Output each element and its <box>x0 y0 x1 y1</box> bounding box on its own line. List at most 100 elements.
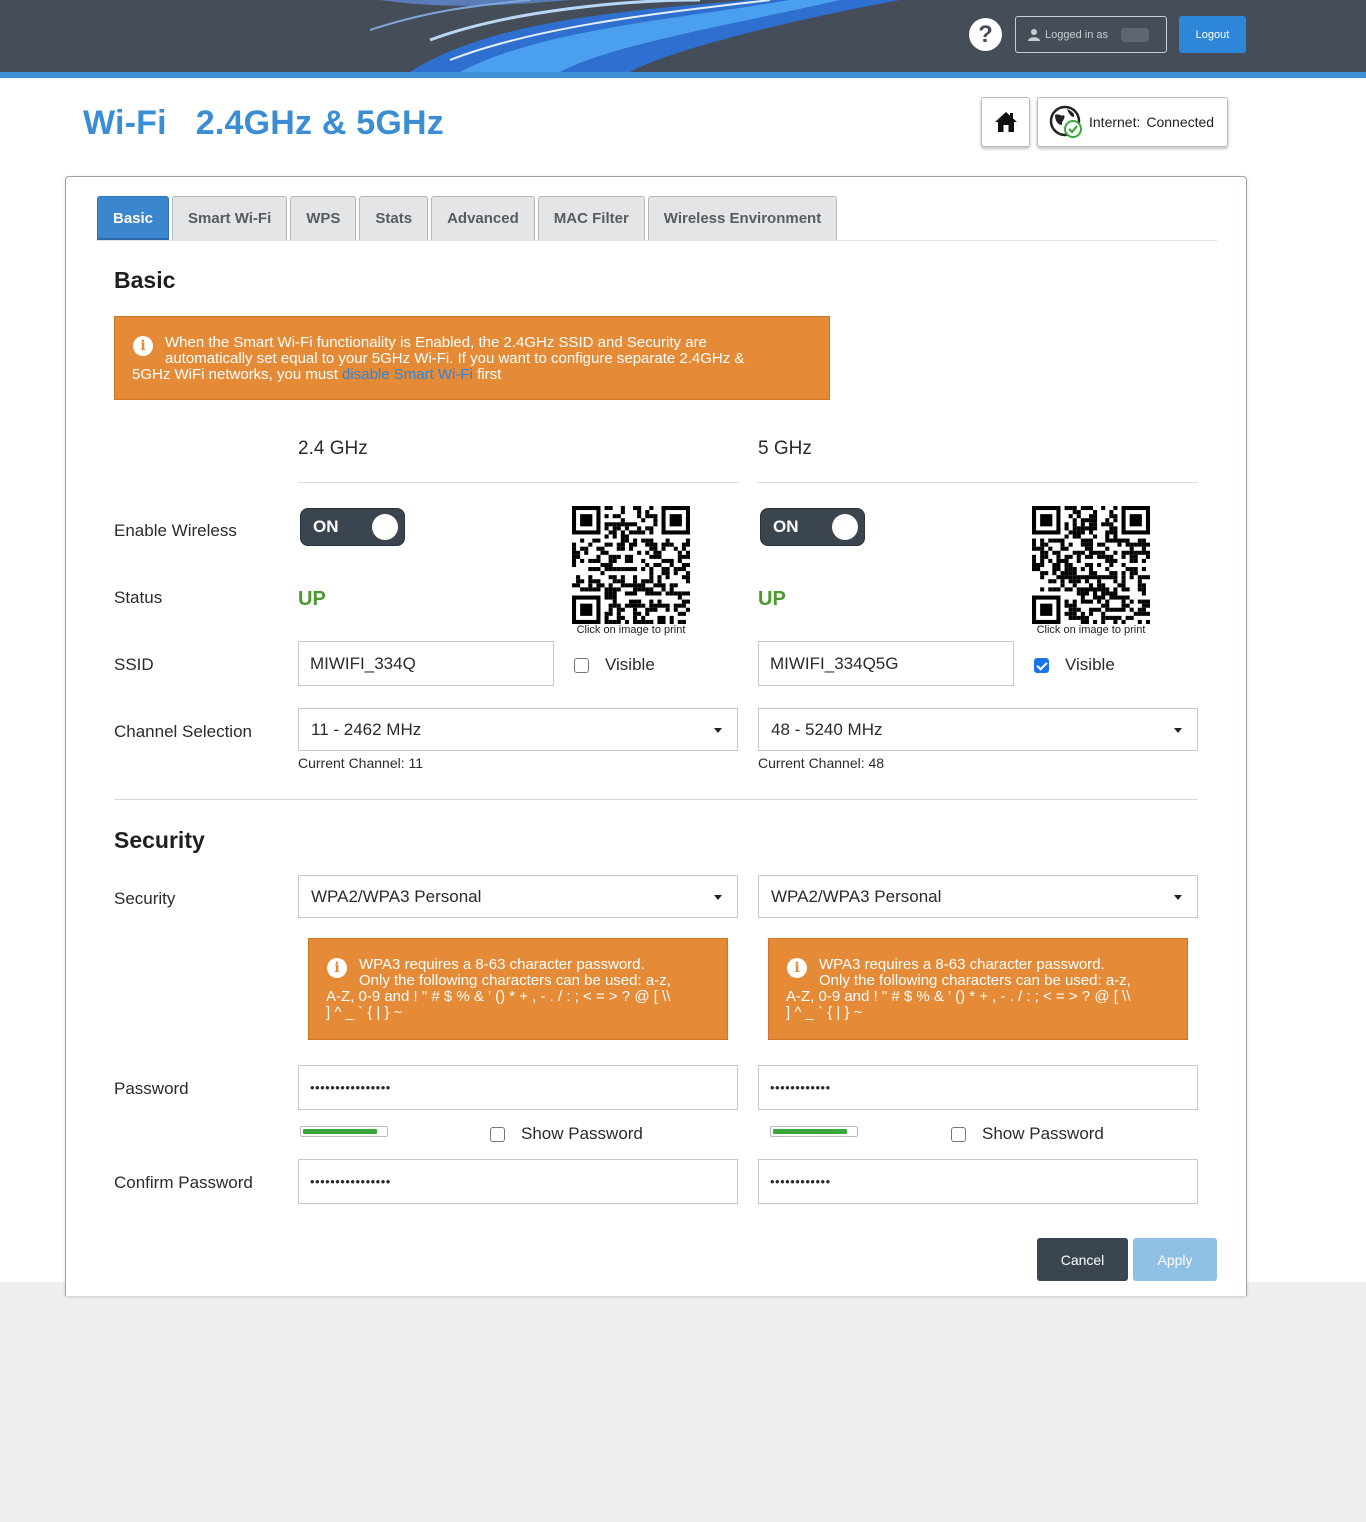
channel-5-select[interactable]: 48 - 5240 MHz <box>758 708 1198 751</box>
password-label: Password <box>114 1079 189 1098</box>
alert-line-3-end: first <box>472 366 502 383</box>
wpa3-24-warning: i WPA3 requires a 8-63 character passwor… <box>308 938 728 1040</box>
warn-5-line-3: A-Z, 0-9 and ! " # $ % & ' () * + , - . … <box>786 988 1131 1005</box>
security-5-select[interactable]: WPA2/WPA3 Personal <box>758 875 1198 918</box>
logout-button[interactable]: Logout <box>1179 16 1246 53</box>
brand-swoosh-graphic <box>370 0 900 72</box>
alert-line-1: When the Smart Wi-Fi functionality is En… <box>165 334 707 351</box>
status-label: Status <box>114 588 163 607</box>
qr-24-caption: Click on image to print <box>576 624 686 636</box>
username-redacted <box>1121 27 1149 42</box>
password-5-strength-meter <box>770 1126 858 1137</box>
warn-24-line-4: ] ^ _ ` { | } ~ <box>326 1004 403 1021</box>
security-label: Security <box>114 889 176 908</box>
caret-down-icon <box>1174 728 1182 733</box>
globe-connected-icon <box>1049 105 1082 138</box>
enable-wireless-5-toggle[interactable]: ON <box>760 508 865 546</box>
footer-background <box>0 1282 1366 1522</box>
tab-mac-filter[interactable]: MAC Filter <box>537 196 645 240</box>
home-button[interactable] <box>981 97 1030 147</box>
status-24-value: UP <box>298 588 326 610</box>
smart-wifi-alert: i When the Smart Wi-Fi functionality is … <box>114 316 830 400</box>
tab-smart-wifi[interactable]: Smart Wi-Fi <box>172 196 288 240</box>
ssid-label: SSID <box>114 655 154 674</box>
current-channel-5: Current Channel: 48 <box>758 755 885 771</box>
caret-down-icon <box>714 895 722 900</box>
internet-status-button[interactable]: Internet: Connected <box>1037 97 1228 147</box>
warn-5-line-4: ] ^ _ ` { | } ~ <box>786 1004 863 1021</box>
warn-24-line-2: Only the following characters can be use… <box>359 972 671 989</box>
home-icon <box>994 112 1017 132</box>
visible-5-checkbox[interactable] <box>1034 657 1049 673</box>
tab-stats[interactable]: Stats <box>359 196 429 240</box>
visible-24-checkbox[interactable] <box>574 657 589 673</box>
ssid-24-input[interactable]: MIWIFI_334Q <box>298 641 554 686</box>
tab-advanced[interactable]: Advanced <box>431 196 535 240</box>
qr-code-5-image[interactable] <box>1032 506 1150 624</box>
warn-5-line-1: WPA3 requires a 8-63 character password. <box>819 956 1105 973</box>
toggle-knob <box>372 514 398 540</box>
ssid-5-input[interactable]: MIWIFI_334Q5G <box>758 641 1014 686</box>
enable-wireless-label: Enable Wireless <box>114 521 237 540</box>
security-heading: Security <box>114 827 205 853</box>
caret-down-icon <box>1174 895 1182 900</box>
warn-5-line-2: Only the following characters can be use… <box>819 972 1131 989</box>
tab-wireless-environment[interactable]: Wireless Environment <box>647 196 838 240</box>
show-password-24-label: Show Password <box>521 1124 643 1143</box>
show-password-5-label: Show Password <box>982 1124 1104 1143</box>
show-password-24-row: Show Password <box>490 1124 643 1144</box>
disable-smart-wifi-link[interactable]: disable Smart Wi-Fi <box>342 366 473 383</box>
status-5-value: UP <box>758 588 786 610</box>
tab-basic[interactable]: Basic <box>97 196 170 240</box>
toggle-5-state: ON <box>773 517 799 536</box>
channel-24-value: 11 - 2462 MHz <box>311 719 422 739</box>
warn-24-line-3: A-Z, 0-9 and ! " # $ % & ' () * + , - . … <box>326 988 671 1005</box>
password-24-strength-meter <box>300 1126 388 1137</box>
confirm-password-label: Confirm Password <box>114 1173 253 1192</box>
confirm-password-24-input[interactable]: •••••••••••••••• <box>298 1159 738 1204</box>
alert-line-2: automatically set equal to your 5GHz Wi-… <box>165 350 745 367</box>
help-button[interactable]: ? <box>969 18 1002 51</box>
info-icon: i <box>133 336 153 356</box>
band-24-heading: 2.4 GHz <box>298 438 368 459</box>
password-5-input[interactable]: •••••••••••• <box>758 1065 1198 1110</box>
show-password-24-checkbox[interactable] <box>490 1126 505 1142</box>
user-icon <box>1028 29 1040 41</box>
visible-24-label: Visible <box>605 655 655 674</box>
logged-in-label: Logged in as <box>1045 28 1108 41</box>
alert-line-3-text: 5GHz WiFi networks, you must <box>132 366 343 383</box>
strength-5-fill <box>773 1129 847 1134</box>
apply-button[interactable]: Apply <box>1133 1238 1217 1281</box>
top-header: ? Logged in as Logout <box>0 0 1366 72</box>
band-24-rule <box>298 482 738 483</box>
channel-24-select[interactable]: 11 - 2462 MHz <box>298 708 738 751</box>
qr-code-24-image[interactable] <box>572 506 690 624</box>
security-24-value: WPA2/WPA3 Personal <box>311 886 482 906</box>
caret-down-icon <box>714 728 722 733</box>
security-24-select[interactable]: WPA2/WPA3 Personal <box>298 875 738 918</box>
section-divider <box>114 799 1198 800</box>
visible-5-label: Visible <box>1065 655 1115 674</box>
strength-24-fill <box>303 1129 377 1134</box>
channel-5-value: 48 - 5240 MHz <box>771 719 883 739</box>
wpa3-5-warning: i WPA3 requires a 8-63 character passwor… <box>768 938 1188 1040</box>
qr-5-caption: Click on image to print <box>1036 624 1146 636</box>
show-password-5-row: Show Password <box>951 1124 1104 1144</box>
internet-status: Connected <box>1146 114 1215 130</box>
info-icon: i <box>327 958 347 978</box>
enable-wireless-24-toggle[interactable]: ON <box>300 508 405 546</box>
band-5-heading: 5 GHz <box>758 438 812 459</box>
internet-label: Internet: <box>1089 114 1141 130</box>
cancel-button[interactable]: Cancel <box>1037 1238 1128 1281</box>
show-password-5-checkbox[interactable] <box>951 1126 966 1142</box>
logged-in-indicator[interactable]: Logged in as <box>1015 16 1167 53</box>
info-icon: i <box>787 958 807 978</box>
tab-divider <box>97 240 1217 241</box>
tab-wps[interactable]: WPS <box>290 196 357 240</box>
channel-selection-label: Channel Selection <box>114 722 252 741</box>
password-24-input[interactable]: •••••••••••••••• <box>298 1065 738 1110</box>
warn-24-line-1: WPA3 requires a 8-63 character password. <box>359 956 645 973</box>
toggle-knob <box>832 514 858 540</box>
confirm-password-5-input[interactable]: •••••••••••• <box>758 1159 1198 1204</box>
security-5-value: WPA2/WPA3 Personal <box>771 886 942 906</box>
